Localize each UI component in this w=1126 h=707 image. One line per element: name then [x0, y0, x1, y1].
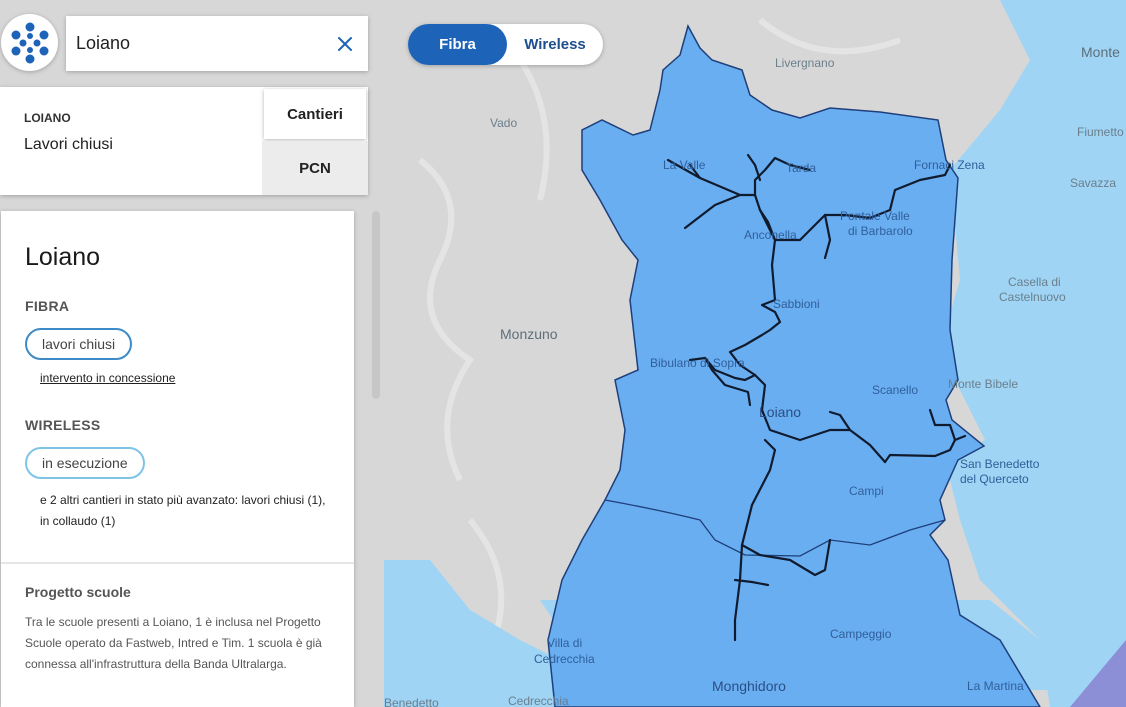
map-label-monzuno: Monzuno — [500, 326, 558, 342]
map-label-monte-bibele: Monte Bibele — [948, 377, 1019, 391]
map-label-benedetto: Benedetto — [384, 696, 439, 707]
map-label-villa-1: Villa di — [547, 636, 583, 650]
app-logo[interactable] — [1, 14, 58, 71]
map-label-casella-2: Castelnuovo — [999, 290, 1066, 304]
map-label-vado: Vado — [490, 116, 518, 130]
tab-cantieri[interactable]: Cantieri — [264, 89, 366, 139]
search-bar — [66, 16, 368, 71]
map-label-tarda: Tarda — [786, 161, 817, 175]
logo-icon — [11, 22, 48, 63]
map-label-di-barbarolo: di Barbarolo — [848, 224, 913, 238]
fibra-heading: FIBRA — [25, 298, 70, 314]
map-label-campi: Campi — [849, 484, 884, 498]
concession-link[interactable]: intervento in concessione — [40, 371, 175, 385]
map-label-livergnano: Livergnano — [775, 56, 835, 70]
toggle-fibra[interactable]: Fibra — [408, 24, 507, 65]
map-label-scanello: Scanello — [872, 383, 919, 397]
wireless-note: e 2 altri cantieri in stato più avanzato… — [40, 493, 326, 528]
detail-panel: Loiano FIBRA lavori chiusi intervento in… — [1, 211, 354, 707]
map-label-san-benedetto-1: San Benedetto — [960, 457, 1040, 471]
toggle-wireless[interactable]: Wireless — [507, 24, 603, 65]
network-type-toggle: Fibra Wireless — [408, 24, 603, 65]
map-label-anconella: Anconella — [744, 228, 797, 242]
tab-pcn[interactable]: PCN — [262, 141, 368, 195]
summary-municipality: LOIANO — [24, 111, 71, 125]
wireless-status-badge: in esecuzione — [25, 447, 145, 479]
close-icon — [338, 36, 352, 51]
project-title: Progetto scuole — [25, 584, 131, 600]
map-label-villa-2: Cedrecchia — [534, 652, 595, 666]
summary-status: Lavori chiusi — [24, 136, 113, 153]
summary-card: LOIANO Lavori chiusi Cantieri PCN — [0, 87, 368, 195]
map-label-la-martina: La Martina — [967, 679, 1024, 693]
map-label-san-benedetto-2: del Querceto — [960, 472, 1029, 486]
wireless-heading: WIRELESS — [25, 417, 101, 433]
map-label-bibulano: Bibulano di Sopra — [650, 356, 745, 370]
map-label-sabbioni: Sabbioni — [773, 297, 820, 311]
map-label-fornaci: Fornaci Zena — [914, 158, 985, 172]
map-label-campeggio: Campeggio — [830, 627, 892, 641]
map-label-monghidoro: Monghidoro — [712, 678, 786, 694]
map-label-la-valle: La Valle — [663, 158, 706, 172]
map-label-casella-1: Casella di — [1008, 275, 1061, 289]
fibra-status-badge: lavori chiusi — [25, 328, 133, 360]
map-label-pontale-valle: Pontale Valle — [840, 209, 910, 223]
map-label-fiumetto: Fiumetto — [1077, 125, 1124, 139]
detail-title: Loiano — [25, 243, 101, 271]
clear-search-button[interactable] — [334, 33, 356, 55]
map-label-loiano: Loiano — [759, 404, 802, 420]
map-label-monte: Monte — [1081, 44, 1120, 60]
map-label-savazza: Savazza — [1070, 176, 1117, 190]
project-text: Tra le scuole presenti a Loiano, 1 è inc… — [25, 615, 322, 671]
section-divider — [1, 562, 354, 564]
map-label-cedrecchia: Cedrecchia — [508, 694, 569, 707]
panel-scrollbar[interactable] — [372, 211, 380, 399]
search-input[interactable] — [76, 33, 334, 54]
